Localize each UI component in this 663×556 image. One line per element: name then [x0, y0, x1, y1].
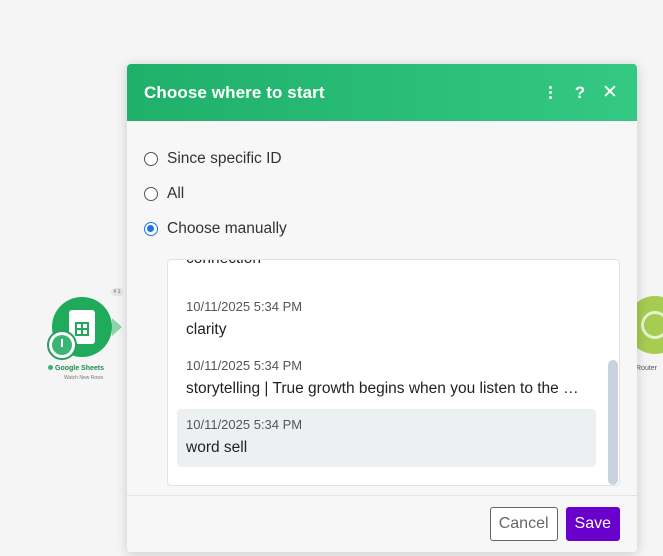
list-scrollbar[interactable] — [608, 360, 618, 485]
option-since-specific-id[interactable]: Since specific ID — [144, 141, 620, 176]
item-text: word sell — [186, 439, 248, 456]
help-button[interactable]: ? — [570, 83, 590, 103]
schedule-clock-icon[interactable] — [47, 330, 77, 360]
dialog-footer: Cancel Save — [127, 495, 637, 552]
radio-button[interactable] — [144, 151, 158, 166]
more-options-button[interactable] — [540, 83, 560, 103]
item-timestamp: 10/11/2025 5:34 PM — [186, 299, 303, 314]
item-text: clarity — [186, 321, 227, 338]
dialog-body: Since specific ID All Choose manually co… — [127, 121, 637, 486]
option-all[interactable]: All — [144, 176, 620, 211]
option-label: Since specific ID — [167, 149, 282, 167]
list-item[interactable]: 10/11/2025 5:34 PM storytelling | True g… — [177, 350, 596, 408]
node-connector-tab[interactable] — [112, 318, 122, 336]
module-id-badge: # 1 — [111, 288, 123, 296]
option-label: All — [167, 184, 185, 202]
choose-start-dialog: Choose where to start ? ✕ Since specific… — [127, 64, 637, 552]
close-icon: ✕ — [602, 82, 618, 103]
item-timestamp: 10/11/2025 5:34 PM — [186, 417, 303, 432]
close-button[interactable]: ✕ — [600, 83, 620, 103]
list-item[interactable]: connection — [177, 260, 596, 290]
dialog-header: Choose where to start ? ✕ — [127, 64, 637, 121]
help-icon: ? — [574, 82, 586, 102]
kebab-icon — [548, 86, 552, 99]
list-item-selected[interactable]: 10/11/2025 5:34 PM word sell — [177, 409, 596, 467]
list-item[interactable]: 10/11/2025 5:34 PM clarity — [177, 291, 596, 349]
radio-button-selected[interactable] — [144, 221, 158, 236]
item-timestamp: 10/11/2025 5:34 PM — [186, 358, 303, 373]
sheets-node-sublabel: Watch New Rows — [64, 375, 104, 381]
dialog-title: Choose where to start — [144, 82, 325, 102]
option-choose-manually[interactable]: Choose manually — [144, 211, 620, 246]
item-text: storytelling | True growth begins when y… — [186, 380, 587, 397]
record-list[interactable]: connection 10/11/2025 5:34 PM clarity 10… — [167, 259, 620, 486]
router-icon — [641, 311, 663, 339]
item-text: connection — [186, 260, 587, 268]
router-node-label: Router — [636, 365, 658, 372]
radio-button[interactable] — [144, 186, 158, 201]
save-button[interactable]: Save — [565, 507, 620, 541]
option-label: Choose manually — [167, 219, 287, 237]
cancel-button[interactable]: Cancel — [489, 507, 558, 541]
sheets-node-label: Google Sheets — [48, 365, 104, 372]
